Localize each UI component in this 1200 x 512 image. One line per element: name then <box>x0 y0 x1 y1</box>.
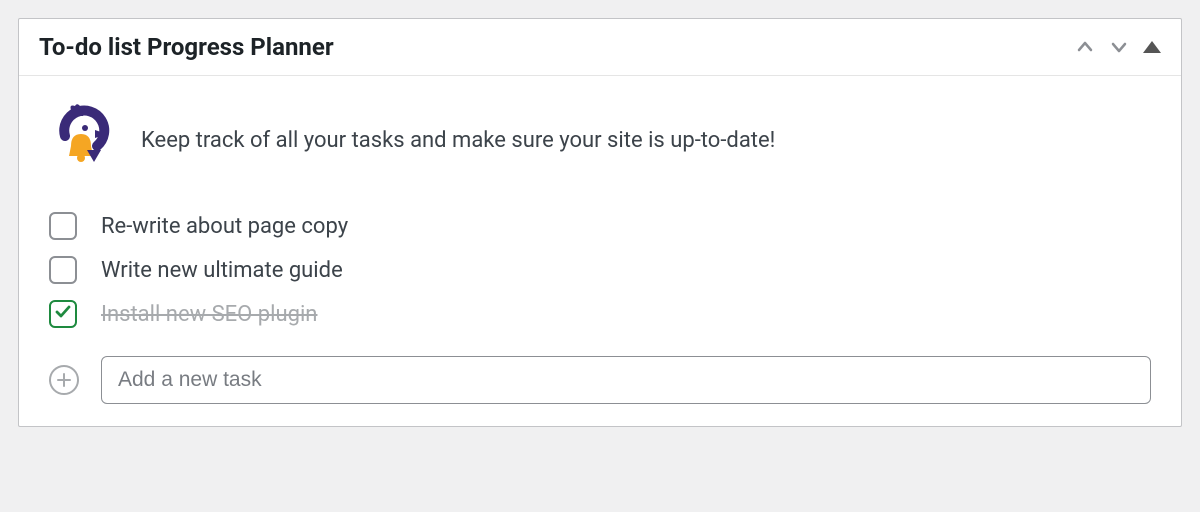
add-task-input[interactable] <box>101 356 1151 404</box>
panel-controls <box>1075 37 1161 57</box>
add-task-row <box>49 356 1151 404</box>
move-down-icon[interactable] <box>1109 37 1129 57</box>
panel-title: To-do list Progress Planner <box>39 33 334 61</box>
todo-panel: To-do list Progress Planner <box>18 18 1182 427</box>
panel-body: Keep track of all your tasks and make su… <box>19 76 1181 426</box>
planner-logo-icon <box>49 104 111 176</box>
task-label-done[interactable]: Install new SEO plugin <box>101 302 317 327</box>
panel-header: To-do list Progress Planner <box>19 19 1181 76</box>
move-up-icon[interactable] <box>1075 37 1095 57</box>
task-item: Install new SEO plugin <box>49 300 1151 328</box>
collapse-icon[interactable] <box>1143 41 1161 53</box>
checkmark-icon <box>54 302 72 326</box>
intro-text: Keep track of all your tasks and make su… <box>141 128 775 153</box>
task-label[interactable]: Re-write about page copy <box>101 214 348 239</box>
task-label[interactable]: Write new ultimate guide <box>101 258 343 283</box>
task-checkbox[interactable] <box>49 212 77 240</box>
task-checkbox[interactable] <box>49 256 77 284</box>
task-item: Write new ultimate guide <box>49 256 1151 284</box>
task-list: Re-write about page copy Write new ultim… <box>49 212 1151 328</box>
add-task-icon[interactable] <box>49 365 79 395</box>
task-item: Re-write about page copy <box>49 212 1151 240</box>
intro-row: Keep track of all your tasks and make su… <box>49 104 1151 176</box>
task-checkbox-checked[interactable] <box>49 300 77 328</box>
